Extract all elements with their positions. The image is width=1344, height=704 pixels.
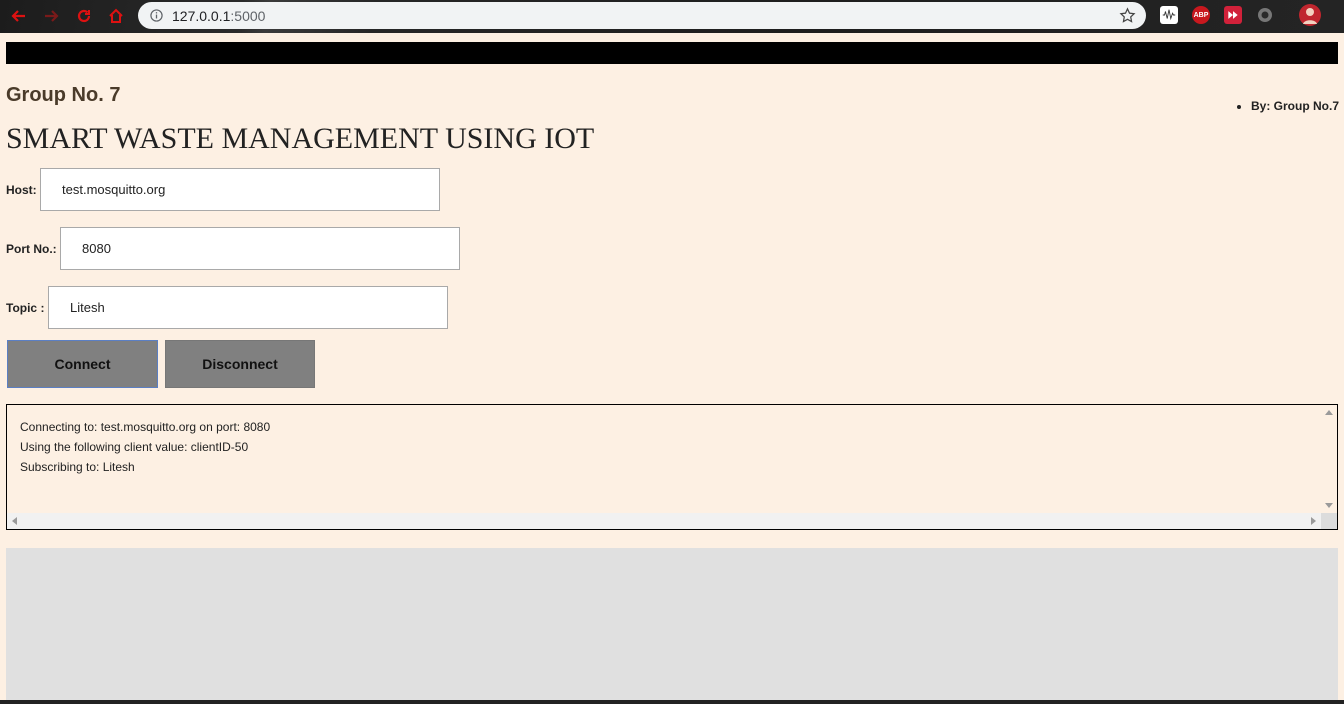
topic-label: Topic :	[6, 301, 45, 315]
host-input[interactable]	[40, 168, 440, 211]
extension-waveform-icon[interactable]	[1160, 6, 1178, 24]
extension-fastforward-icon[interactable]	[1224, 6, 1242, 24]
author-list: By: Group No.7	[1237, 99, 1339, 113]
page-top-bar	[6, 42, 1338, 64]
url-text: 127.0.0.1:5000	[172, 8, 265, 24]
scroll-right-icon[interactable]	[1311, 517, 1316, 525]
url-host: 127.0.0.1	[172, 8, 231, 24]
port-input[interactable]	[60, 227, 460, 270]
page-title: SMART WASTE MANAGEMENT USING IOT	[6, 122, 595, 155]
back-arrow-icon[interactable]	[8, 5, 30, 27]
log-line: Using the following client value: client…	[20, 440, 249, 454]
scrollbar-corner	[1321, 513, 1337, 529]
log-line: Subscribing to: Litesh	[20, 460, 135, 474]
horizontal-scrollbar[interactable]	[7, 513, 1321, 529]
forward-arrow-icon[interactable]	[40, 5, 62, 27]
browser-toolbar: 127.0.0.1:5000 ABP	[0, 0, 1344, 33]
profile-avatar[interactable]	[1299, 4, 1321, 26]
port-label: Port No.:	[6, 242, 57, 256]
reload-icon[interactable]	[73, 5, 95, 27]
scroll-down-icon[interactable]	[1325, 503, 1333, 508]
vertical-scrollbar[interactable]	[1321, 405, 1337, 513]
disconnect-button[interactable]: Disconnect	[165, 340, 315, 388]
connect-button[interactable]: Connect	[7, 340, 158, 388]
log-line: Connecting to: test.mosquitto.org on por…	[20, 420, 271, 434]
topic-input[interactable]	[48, 286, 448, 329]
taskbar-edge	[0, 700, 1344, 704]
extension-circle-icon[interactable]	[1256, 6, 1274, 24]
data-panel	[6, 548, 1338, 704]
address-bar[interactable]: 127.0.0.1:5000	[138, 2, 1146, 29]
group-title: Group No. 7	[6, 84, 121, 106]
scroll-up-icon[interactable]	[1325, 410, 1333, 415]
url-port: :5000	[230, 8, 266, 24]
adblock-plus-icon[interactable]: ABP	[1192, 6, 1210, 24]
home-icon[interactable]	[105, 5, 127, 27]
host-label: Host:	[6, 183, 37, 197]
bookmark-star-icon[interactable]	[1119, 7, 1136, 24]
message-log[interactable]: Connecting to: test.mosquitto.org on por…	[6, 404, 1338, 530]
adblock-label: ABP	[1193, 11, 1209, 19]
author-item: By: Group No.7	[1251, 99, 1339, 113]
scroll-left-icon[interactable]	[12, 517, 17, 525]
info-icon[interactable]	[150, 9, 163, 22]
